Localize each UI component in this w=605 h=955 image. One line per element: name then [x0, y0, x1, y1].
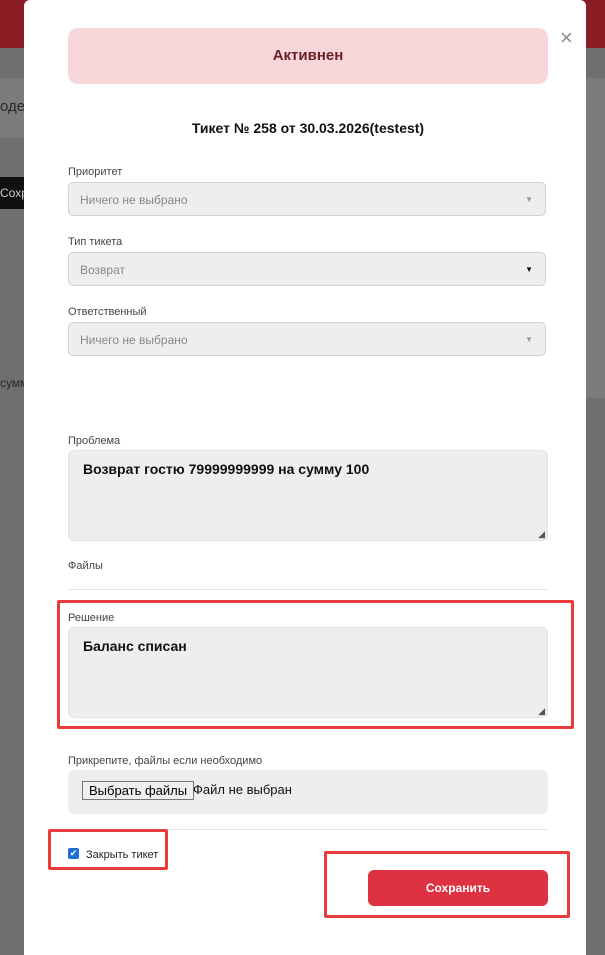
file-input: Выбрать файлы Файл не выбран [68, 770, 548, 814]
problem-label: Проблема [68, 435, 121, 447]
caret-down-icon: ▼ [525, 195, 533, 204]
attach-label: Прикрепите, файлы если необходимо [68, 755, 263, 767]
ticket-type-value: Возврат [80, 263, 125, 277]
responsible-label: Ответственный [68, 306, 147, 318]
responsible-select[interactable]: Ничего не выбрано ▼ [68, 322, 546, 356]
problem-text: Возврат гостю 79999999999 на сумму 100 [83, 461, 370, 477]
choose-files-button[interactable]: Выбрать файлы [82, 781, 195, 800]
responsible-value: Ничего не выбрано [80, 333, 188, 347]
save-highlight-box [324, 851, 570, 918]
file-status: Файл не выбран [193, 782, 292, 797]
ticket-type-select[interactable]: Возврат ▼ [68, 252, 546, 286]
caret-down-icon: ▼ [525, 265, 533, 274]
files-label: Файлы [68, 560, 103, 572]
ticket-type-label: Тип тикета [68, 236, 123, 248]
priority-select[interactable]: Ничего не выбрано ▼ [68, 182, 546, 216]
checkbox-highlight-box [48, 829, 168, 870]
background-text: сумм [0, 376, 24, 390]
ticket-title: Тикет № 258 от 30.03.2026(testest) [191, 120, 425, 136]
background-save-button: Сохра [0, 177, 24, 209]
problem-textarea[interactable]: Возврат гостю 79999999999 на сумму 100 ◢ [68, 450, 548, 541]
priority-label: Приоритет [68, 166, 123, 178]
solution-highlight-box [57, 600, 574, 729]
status-banner: Активнен [68, 28, 548, 84]
resize-grip-icon[interactable]: ◢ [538, 530, 545, 539]
divider [68, 589, 548, 590]
caret-down-icon: ▼ [525, 335, 533, 344]
priority-value: Ничего не выбрано [80, 193, 188, 207]
close-icon[interactable]: × [560, 27, 573, 49]
